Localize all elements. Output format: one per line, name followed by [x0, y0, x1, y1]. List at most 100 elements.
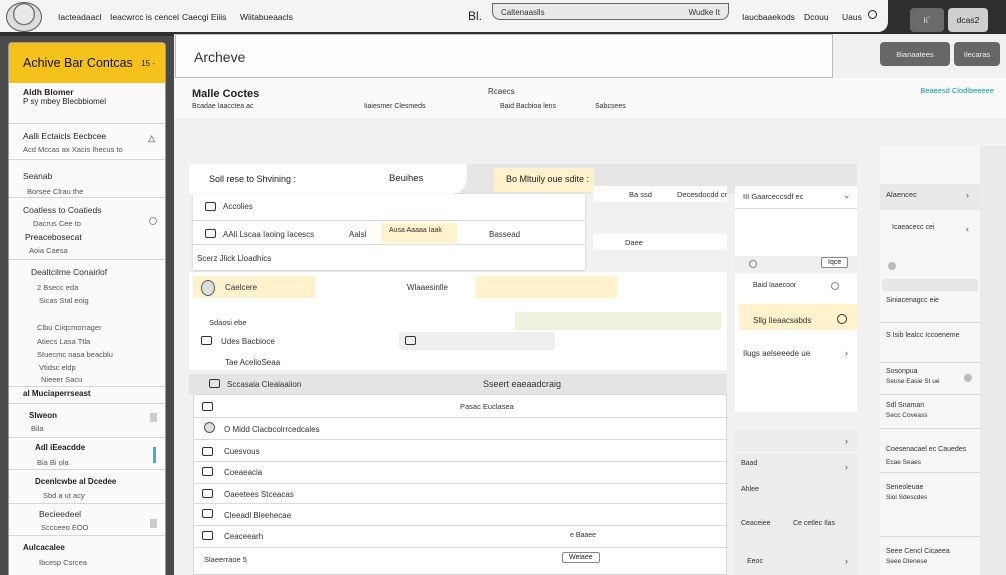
account-button[interactable]: dcas2 — [948, 8, 988, 32]
right-action-2[interactable]: Ilecaras — [954, 42, 1000, 66]
footer-button[interactable]: Weiaee — [562, 552, 600, 563]
right-actions: Bianaatees Ilecaras — [880, 42, 1000, 72]
right-item[interactable]: Sdl Snaman — [886, 402, 924, 409]
right-action-1[interactable]: Bianaatees — [880, 42, 950, 66]
highlight — [475, 276, 617, 298]
contact-row[interactable]: Caelcere Wlaaesinlle — [189, 272, 727, 302]
close-icon[interactable]: 15 - — [141, 59, 155, 68]
divider — [9, 437, 165, 438]
nav-link-1[interactable]: Iacteadaacl — [58, 12, 101, 22]
table-row[interactable]: Cleeadl Bleehecae — [224, 511, 291, 520]
smile-icon[interactable] — [837, 314, 847, 324]
radio-icon[interactable] — [831, 282, 839, 290]
right-item[interactable]: S Isib lealcc Iccoeneme — [886, 332, 960, 339]
row-label[interactable]: Accolies — [223, 202, 253, 211]
sidebar-item-label: Preacebosecat — [25, 232, 82, 242]
row-cell: Bassead — [489, 230, 521, 239]
sidebar-item-label[interactable]: al Muciaperrseast — [9, 389, 165, 398]
right-link-2[interactable]: Dcouu — [804, 12, 829, 22]
sidebar-item-label: Aulcacalee — [23, 543, 65, 552]
list-item[interactable]: Sdaosi ebe — [209, 318, 247, 327]
right-link-3[interactable]: Uaus — [842, 12, 862, 22]
divider — [9, 386, 165, 387]
sidebar-subitem[interactable]: Sicas Stal eoig — [9, 296, 165, 305]
toggle-button[interactable]: Ii´ — [910, 8, 944, 32]
user-avatar[interactable] — [6, 2, 42, 32]
highlight — [515, 312, 721, 330]
search-icon[interactable] — [868, 10, 877, 19]
sidebar-item-sub: Dacrus Cee to — [33, 219, 81, 228]
divider — [194, 547, 728, 548]
sidebar-subitem[interactable]: Nieeer Sacu — [9, 375, 165, 384]
right-link-1[interactable]: Iaucbaaekods — [742, 12, 795, 22]
table-row[interactable]: Oaeetees Stceacas — [224, 490, 294, 499]
row-label[interactable]: Scerz Jlick Lloadhics — [197, 254, 271, 263]
sidebar-item-sub: Acd Mccas ax Xacis Ihecus to — [23, 145, 123, 154]
sidebar-item-1[interactable]: Aldh Blomer P sy mbey Blecbbiomel — [9, 87, 165, 106]
sidebar-subitem[interactable]: 2 Bsecc eda — [9, 283, 165, 292]
table-row[interactable]: Cuesvous — [224, 447, 260, 456]
sidebar-item-3[interactable]: Seanab Borsee Clrau the — [9, 171, 165, 196]
chevron-icon[interactable]: ⌄ — [843, 190, 851, 201]
divider — [735, 208, 857, 209]
sidebar-group-title[interactable]: Dealtcilme Conairlof — [9, 267, 165, 277]
right-item[interactable]: Seneoleuae — [886, 484, 923, 491]
sidebar-subitem[interactable]: Stuecmc nasa beacblu — [9, 350, 165, 359]
toolbar-left: Soll rese to Shvining : Beuihes — [189, 164, 467, 194]
sidebar-item-4[interactable]: Coatless to Coatieds Dacrus Cee to — [9, 205, 165, 228]
radio-icon[interactable] — [749, 260, 757, 268]
sidebar-item-8[interactable]: Dcenlcwbe al Dcedee Sbd a ut acy — [9, 477, 165, 500]
right-item[interactable]: Alaencec — [886, 190, 917, 199]
right-item[interactable]: Icaeacecc cei — [892, 224, 934, 231]
list-item[interactable]: Udes Bacbioce — [221, 337, 275, 346]
address-action[interactable]: Wudke It — [689, 8, 720, 17]
contact-avatar — [201, 280, 215, 296]
sidebar-item-6[interactable]: Slweon Bila — [9, 411, 165, 433]
col3-tag[interactable]: Iqce — [821, 257, 849, 268]
table-row[interactable]: Ceaceearh — [224, 532, 263, 541]
address-bar[interactable]: Caltenaaslls Wudke It — [492, 3, 729, 20]
right-item-sub: Siol Sdescdes — [886, 494, 928, 501]
page-header: Malle Coctes Bcadae Iaacctea ac Rcaecs I… — [174, 78, 1006, 118]
brand-logo: Bl. — [468, 9, 483, 23]
dot-icon — [888, 262, 896, 270]
chevron-icon[interactable]: ‹ — [966, 224, 969, 234]
scroll-marker — [153, 447, 157, 463]
chevron-icon[interactable]: › — [966, 190, 969, 200]
header-link[interactable]: Beaeesd Clodlbeeeee — [920, 86, 994, 95]
chevron-icon[interactable]: › — [845, 556, 848, 566]
table-row[interactable]: O Midd Clacbcolrrcedcales — [224, 425, 320, 434]
divider — [9, 403, 165, 404]
sidebar-item-2[interactable]: Aalli Ectaicls Eecbcee Acd Mccas ax Xaci… — [9, 131, 165, 154]
row-label[interactable]: AAli Lscaa Iaoing Iacescs — [223, 230, 314, 239]
divider — [9, 197, 165, 198]
right-item[interactable]: Sosonpua — [886, 368, 918, 375]
cell-text: Decesdocdd cr — [677, 190, 728, 199]
sidebar-item-sub: P sy mbey Blecbbiomel — [23, 97, 106, 106]
right-field[interactable] — [882, 279, 978, 291]
row-icon — [209, 379, 220, 388]
sidebar-item-10[interactable]: Aulcacalee Ibcesp Csrcea — [9, 543, 165, 567]
chevron-icon[interactable]: › — [845, 462, 848, 472]
sidebar-item-9[interactable]: Becieedeel Sccceeo EOO — [9, 509, 165, 532]
chevron-icon[interactable]: › — [845, 436, 848, 446]
radio-icon[interactable] — [149, 217, 157, 225]
right-item-sub: Secc Coveass — [886, 412, 928, 419]
sidebar-subitem[interactable]: Vtidsc eldp — [9, 363, 165, 372]
contact-name: Caelcere — [225, 283, 258, 292]
right-item[interactable]: Coesenacael ec Cauedes — [886, 446, 966, 453]
right-item[interactable]: Siniacenagcc eie — [886, 297, 939, 304]
chevron-icon[interactable]: › — [845, 348, 848, 358]
field[interactable] — [399, 332, 555, 350]
nav-link-2[interactable]: Ieacwrcc is cencel — [110, 12, 179, 22]
sidebar-item-7[interactable]: Adl iEeacdde Bia Bi ola — [9, 443, 165, 467]
nav-link-3[interactable]: Caecgi Eiiis — [182, 12, 226, 22]
sidebar-subitem[interactable]: Atiecs Lasa Ttla — [9, 337, 165, 346]
sidebar-item-5[interactable]: Preacebosecat Aoia Caesa — [9, 232, 165, 255]
right-item[interactable]: Seee Cencl Cicaeea — [886, 548, 950, 555]
divider — [880, 428, 980, 429]
sidebar-subitem[interactable]: Clbu Ciiqcmorrager — [9, 323, 165, 332]
list-item[interactable]: Tae AcelioSeaa — [225, 358, 280, 367]
nav-link-4[interactable]: Wiitabueaacls — [240, 12, 293, 22]
table-row[interactable]: Coeaeacia — [224, 468, 262, 477]
